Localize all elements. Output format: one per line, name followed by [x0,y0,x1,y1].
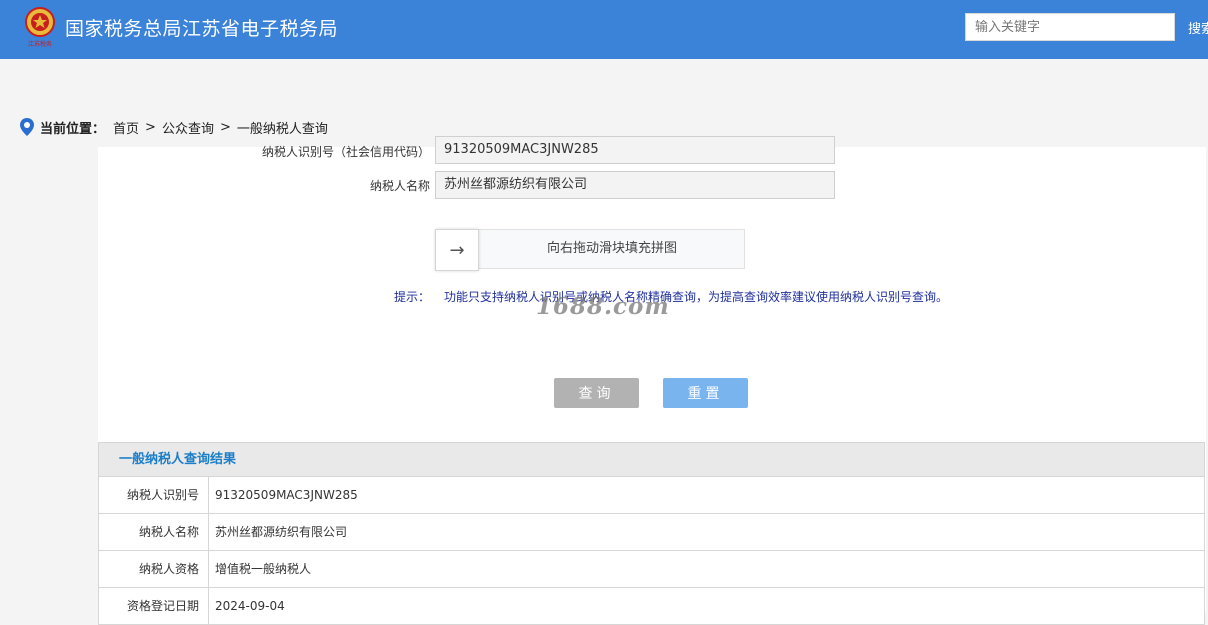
taxpayer-name-label: 纳税人名称 [370,179,431,193]
row-value: 2024-09-04 [215,599,285,613]
search-button[interactable]: 搜索 [1175,13,1208,41]
taxpayer-id-label: 纳税人识别号（社会信用代码） [262,145,431,159]
tip-text: 功能只支持纳税人识别号或纳税人名称精确查询，为提高查询效率建议使用纳税人识别号查… [444,290,949,304]
result-title: 一般纳税人查询结果 [98,442,1205,477]
query-button[interactable]: 查询 [554,378,639,408]
breadcrumb-public-query[interactable]: 公众查询 [162,118,214,137]
taxpayer-name-input[interactable]: 苏州丝都源纺织有限公司 [435,171,835,199]
tip-label: 提示： [394,290,431,304]
svg-text:江苏税务: 江苏税务 [28,40,52,48]
slider-handle[interactable]: → [435,229,479,271]
row-key: 纳税人名称 [99,514,209,550]
query-tip: 提示： 功能只支持纳税人识别号或纳税人名称精确查询，为提高查询效率建议使用纳税人识… [394,288,948,305]
row-value: 苏州丝都源纺织有限公司 [215,525,348,539]
arrow-right-icon: → [449,239,465,261]
row-key: 资格登记日期 [99,588,209,624]
breadcrumb-home[interactable]: 首页 [113,118,139,137]
site-title: 国家税务总局江苏省电子税务局 [65,18,339,40]
search-input[interactable] [965,13,1175,41]
table-row: 资格登记日期 2024-09-04 [98,588,1205,625]
table-row: 纳税人识别号 91320509MAC3JNW285 [98,477,1205,514]
location-pin-icon [20,118,34,136]
tax-emblem-logo: 江苏税务 [25,7,55,48]
breadcrumb-label: 当前位置： [40,121,106,137]
breadcrumb-separator: > [219,119,231,135]
breadcrumb-separator: > [145,119,156,135]
result-table: 一般纳税人查询结果 纳税人识别号 91320509MAC3JNW285 纳税人名… [98,442,1206,625]
watermark: 1688.com [536,293,670,320]
table-row: 纳税人资格 增值税一般纳税人 [98,551,1205,588]
row-value: 91320509MAC3JNW285 [215,488,358,502]
captcha-slider[interactable]: → 向右拖动滑块填充拼图 [435,229,745,271]
breadcrumb-current: 一般纳税人查询 [236,121,328,137]
row-value: 增值税一般纳税人 [215,562,312,576]
breadcrumb: 当前位置： 首页 > 公众查询 > 一般纳税人查询 [20,117,328,137]
table-row: 纳税人名称 苏州丝都源纺织有限公司 [98,514,1205,551]
row-key: 纳税人识别号 [99,477,209,513]
top-header: 江苏税务 国家税务总局江苏省电子税务局 搜索 [0,0,1208,59]
slider-hint-text: 向右拖动滑块填充拼图 [546,241,677,256]
reset-button[interactable]: 重置 [663,378,748,408]
taxpayer-id-input[interactable]: 91320509MAC3JNW285 [435,136,835,164]
row-key: 纳税人资格 [99,551,209,587]
query-panel: 纳税人识别号（社会信用代码） 91320509MAC3JNW285 纳税人名称 … [98,136,1206,625]
